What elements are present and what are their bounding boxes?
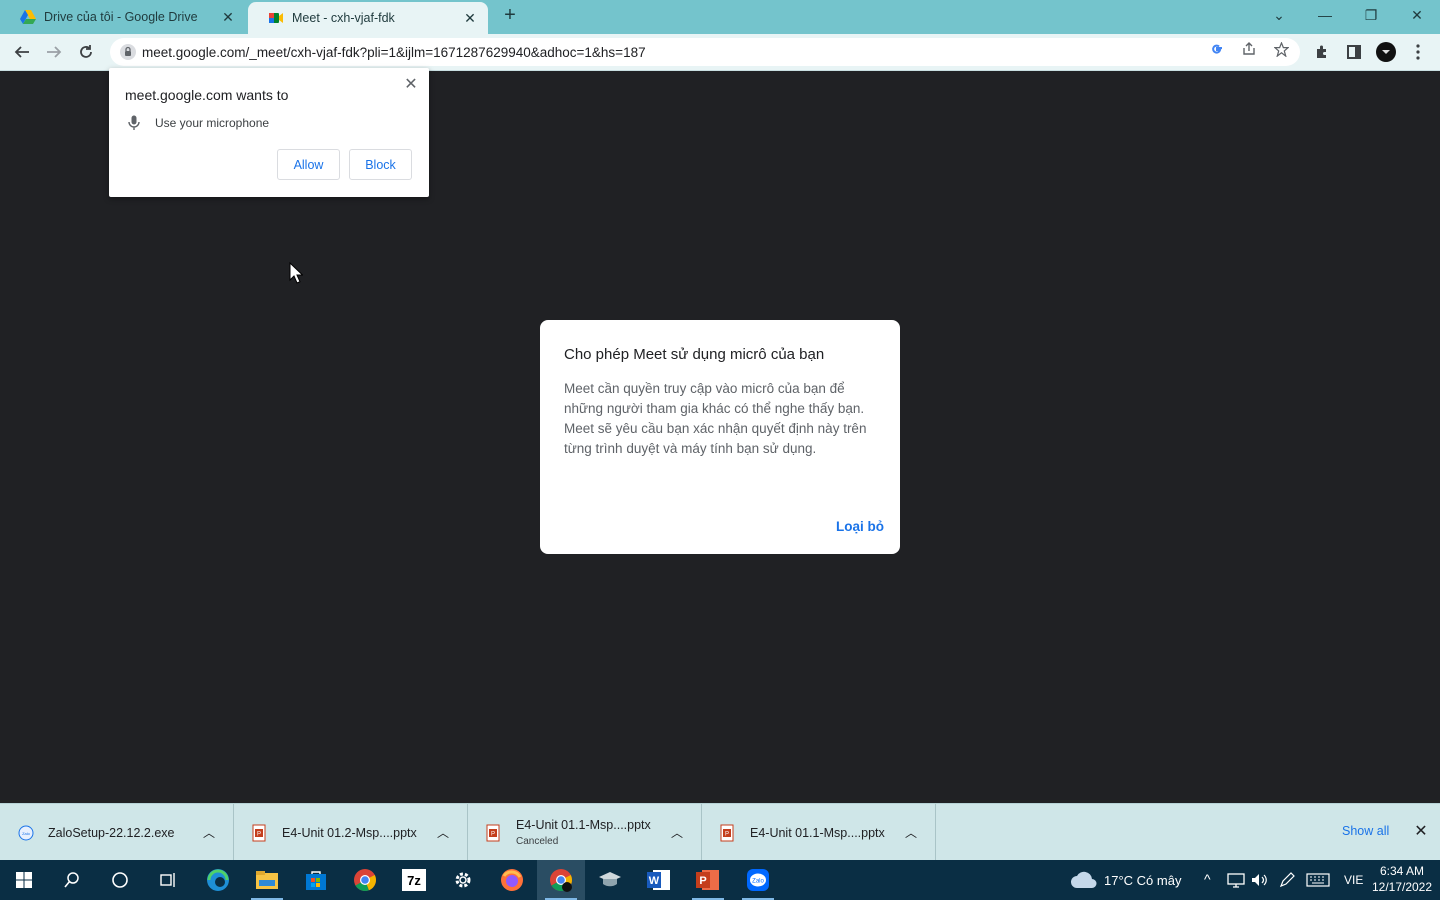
- close-downloads-icon[interactable]: ✕: [1412, 821, 1430, 840]
- restore-icon[interactable]: ❐: [1348, 0, 1394, 30]
- reload-icon: [80, 45, 92, 58]
- back-button[interactable]: [9, 39, 35, 65]
- more-menu-icon[interactable]: [1408, 42, 1428, 62]
- pptx-file-icon: P: [720, 824, 734, 841]
- svg-text:7z: 7z: [407, 873, 421, 888]
- search-icon[interactable]: [48, 860, 96, 900]
- zalo-file-icon: Zalo: [18, 825, 34, 840]
- browser-toolbar: meet.google.com/_meet/cxh-vjaf-fdk?pli=1…: [0, 34, 1440, 71]
- minimize-icon[interactable]: —: [1302, 0, 1348, 30]
- forward-button[interactable]: [41, 39, 67, 65]
- windows-taskbar: 7z W P Zalo 17°C Có mây ^ VIE 6:34 AM 12…: [0, 860, 1440, 900]
- firefox-icon[interactable]: [488, 860, 536, 900]
- svg-text:P: P: [257, 831, 261, 837]
- language-indicator[interactable]: VIE: [1344, 873, 1363, 887]
- close-icon[interactable]: ✕: [401, 74, 421, 94]
- chevron-up-icon[interactable]: ︿: [433, 824, 453, 841]
- graduation-app-icon[interactable]: [586, 860, 634, 900]
- volume-icon[interactable]: [1250, 872, 1268, 888]
- svg-text:Zalo: Zalo: [22, 831, 31, 836]
- download-item[interactable]: Zalo ZaloSetup-22.12.2.exe ︿: [0, 804, 234, 861]
- download-filename: E4-Unit 01.2-Msp....pptx: [282, 825, 417, 840]
- microphone-permission-dialog: Cho phép Meet sử dụng micrô của bạn Meet…: [540, 320, 900, 554]
- close-window-icon[interactable]: ✕: [1394, 0, 1440, 30]
- chevron-up-icon[interactable]: ^: [1204, 871, 1211, 887]
- close-tab-icon[interactable]: ✕: [218, 9, 238, 26]
- url-text: meet.google.com/_meet/cxh-vjaf-fdk?pli=1…: [142, 44, 646, 60]
- new-tab-button[interactable]: +: [498, 4, 522, 28]
- reload-button[interactable]: [73, 39, 99, 65]
- extensions-puzzle-icon[interactable]: [1312, 42, 1332, 62]
- chrome-icon[interactable]: [341, 860, 389, 900]
- task-view-icon[interactable]: [144, 860, 192, 900]
- download-status: Canceled: [516, 836, 559, 847]
- close-tab-icon[interactable]: ✕: [460, 10, 480, 27]
- dismiss-button[interactable]: Loại bỏ: [836, 519, 884, 534]
- download-item[interactable]: P E4-Unit 01.2-Msp....pptx ︿: [234, 804, 468, 861]
- svg-text:P: P: [699, 875, 706, 887]
- block-button[interactable]: Block: [349, 149, 412, 180]
- permission-prompt: meet.google.com wants to ✕ Use your micr…: [109, 68, 429, 197]
- chevron-up-icon[interactable]: ︿: [901, 824, 921, 841]
- powerpoint-icon[interactable]: P: [684, 860, 732, 900]
- download-filename: ZaloSetup-22.12.2.exe: [48, 825, 175, 840]
- network-icon[interactable]: [1227, 872, 1245, 888]
- 7zip-icon[interactable]: 7z: [390, 860, 438, 900]
- permission-prompt-title: meet.google.com wants to: [125, 87, 289, 103]
- dialog-body: Meet cần quyền truy cập vào micrô của bạ…: [564, 381, 867, 456]
- tab-meet[interactable]: Meet - cxh-vjaf-fdk ✕: [248, 2, 488, 34]
- pptx-file-icon: P: [252, 824, 266, 841]
- settings-gear-icon[interactable]: [439, 860, 487, 900]
- show-all-downloads-link[interactable]: Show all: [1342, 824, 1389, 838]
- system-clock[interactable]: 6:34 AM 12/17/2022: [1368, 863, 1436, 895]
- chevron-up-icon[interactable]: ︿: [667, 824, 687, 841]
- tab-title: Meet - cxh-vjaf-fdk: [292, 11, 395, 25]
- profile-avatar[interactable]: [1376, 42, 1396, 62]
- tab-google-drive[interactable]: Drive của tôi - Google Drive ✕: [0, 0, 246, 34]
- windows-start-icon[interactable]: [0, 860, 48, 900]
- forward-arrow-icon: [47, 46, 62, 58]
- mouse-cursor-icon: [289, 262, 303, 284]
- svg-text:W: W: [649, 875, 660, 887]
- allow-button[interactable]: Allow: [277, 149, 340, 180]
- download-item[interactable]: P E4-Unit 01.1-Msp....pptx ︿: [702, 804, 936, 861]
- weather-text[interactable]: 17°C Có mây: [1104, 873, 1181, 888]
- edge-browser-icon[interactable]: [194, 860, 242, 900]
- svg-text:P: P: [725, 831, 729, 837]
- microphone-icon: [128, 115, 140, 130]
- download-item[interactable]: P E4-Unit 01.1-Msp....pptx Canceled ︿: [468, 804, 702, 861]
- download-filename: E4-Unit 01.1-Msp....pptx: [750, 825, 885, 840]
- back-arrow-icon: [14, 46, 29, 58]
- pen-icon[interactable]: [1279, 872, 1295, 888]
- tab-title: Drive của tôi - Google Drive: [44, 10, 198, 24]
- lock-icon[interactable]: [120, 44, 136, 60]
- svg-text:Zalo: Zalo: [752, 879, 764, 885]
- downloads-bar: Zalo ZaloSetup-22.12.2.exe ︿ P E4-Unit 0…: [0, 803, 1440, 861]
- cortana-icon[interactable]: [96, 860, 144, 900]
- word-icon[interactable]: W: [635, 860, 683, 900]
- microsoft-store-icon[interactable]: [292, 860, 340, 900]
- address-bar[interactable]: meet.google.com/_meet/cxh-vjaf-fdk?pli=1…: [110, 38, 1300, 66]
- svg-text:P: P: [491, 831, 495, 837]
- side-panel-icon[interactable]: [1344, 42, 1364, 62]
- google-meet-icon: [269, 13, 283, 23]
- keyboard-icon[interactable]: [1306, 873, 1330, 887]
- tab-strip: Drive của tôi - Google Drive ✕ Meet - cx…: [0, 0, 1440, 34]
- google-lens-icon[interactable]: [1208, 40, 1226, 58]
- file-explorer-icon[interactable]: [243, 860, 291, 900]
- share-icon[interactable]: [1240, 40, 1258, 58]
- tab-search-icon[interactable]: ⌄: [1256, 0, 1302, 30]
- dialog-title: Cho phép Meet sử dụng micrô của bạn: [564, 346, 825, 363]
- pptx-file-icon: P: [486, 824, 500, 841]
- clock-date: 12/17/2022: [1371, 880, 1433, 894]
- weather-cloud-icon[interactable]: [1070, 870, 1098, 890]
- bookmark-star-icon[interactable]: [1272, 40, 1290, 58]
- clock-time: 6:34 AM: [1379, 864, 1425, 878]
- chrome-active-icon[interactable]: [537, 860, 585, 900]
- zalo-icon[interactable]: Zalo: [734, 860, 782, 900]
- permission-request-text: Use your microphone: [155, 116, 270, 130]
- google-drive-icon: [20, 10, 36, 24]
- chevron-up-icon[interactable]: ︿: [199, 824, 219, 841]
- download-filename: E4-Unit 01.1-Msp....pptx: [516, 818, 651, 832]
